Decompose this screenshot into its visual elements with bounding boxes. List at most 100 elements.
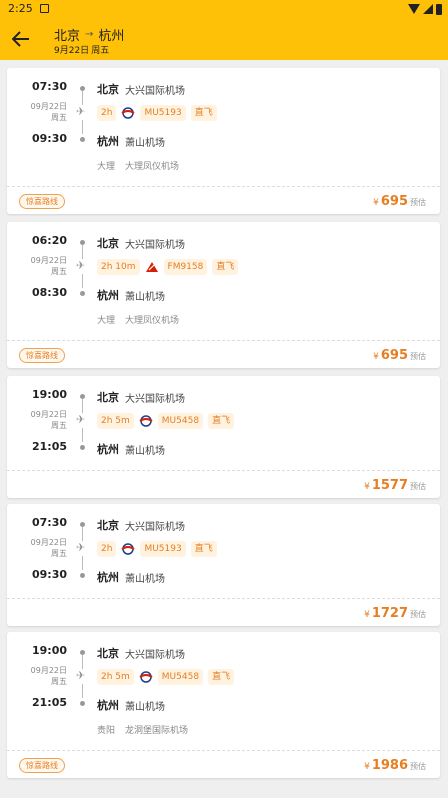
- flight-info: 2h 10m FM9158 直飞: [97, 259, 239, 275]
- departure-time: 19:00: [31, 644, 67, 657]
- price-amount: 1577: [371, 478, 408, 493]
- timeline-line: [82, 120, 83, 134]
- date-text: 09月22日: [30, 256, 67, 265]
- price-note: 预估: [410, 352, 426, 361]
- china-eastern-logo: [139, 415, 153, 427]
- route-arrow: →: [85, 29, 94, 40]
- flight-number-chip: MU5458: [157, 669, 204, 685]
- arrival-airport: 萧山机场: [125, 292, 165, 303]
- dashed-divider: [7, 470, 440, 471]
- price-note: 预估: [410, 610, 426, 619]
- plane-icon: ✈: [76, 413, 86, 426]
- timeline-line: [82, 684, 83, 698]
- price: ¥695 预估: [373, 194, 426, 209]
- price-note: 预估: [410, 482, 426, 491]
- flight-card[interactable]: 07:30 09月22日 周五 09:30 ✈ 北京 大兴国际机场 2h MU5193 直飞 杭州萧…: [7, 68, 440, 214]
- dashed-divider: [7, 598, 440, 599]
- wifi-icon: [408, 4, 420, 14]
- duration-chip: 2h 10m: [97, 259, 140, 275]
- arrival-city: 杭州: [97, 571, 119, 584]
- direct-chip: 直飞: [208, 669, 235, 685]
- dashed-divider: [7, 186, 440, 187]
- weekday-text: 周五: [51, 267, 67, 276]
- arrival-city: 杭州: [97, 289, 119, 302]
- departure-airport: 大兴国际机场: [125, 86, 185, 97]
- departure-city: 北京: [97, 647, 119, 660]
- signal-icon: [423, 4, 433, 14]
- weekday-text: 周五: [51, 677, 67, 686]
- flight-date: 09月22日 周五: [7, 665, 67, 687]
- flight-card[interactable]: 19:00 09月22日 周五 21:05 ✈ 北京 大兴国际机场 2h 5m MU5458 直飞…: [7, 376, 440, 498]
- status-bar: 2:25: [0, 0, 448, 18]
- departure-city: 北京: [97, 391, 119, 404]
- departure-airport: 大兴国际机场: [125, 240, 185, 251]
- header-date: 9月22日: [54, 46, 90, 56]
- route-title: 北京 → 杭州: [54, 25, 124, 44]
- arrival-city: 杭州: [97, 443, 119, 456]
- date-text: 09月22日: [30, 102, 67, 111]
- weekday-text: 周五: [51, 113, 67, 122]
- price-amount: 1986: [371, 758, 408, 773]
- departure-city: 北京: [97, 83, 119, 96]
- plane-icon: ✈: [76, 259, 86, 272]
- back-arrow-icon[interactable]: [12, 31, 30, 47]
- flight-info: 2h MU5193 直飞: [97, 105, 217, 121]
- surprise-route-tag: 惊喜路线: [19, 758, 65, 773]
- notification-icon: [40, 4, 49, 13]
- dashed-divider: [7, 340, 440, 341]
- china-eastern-logo: [121, 543, 135, 555]
- date-text: 09月22日: [30, 538, 67, 547]
- price-amount: 695: [380, 348, 408, 363]
- arrival-city: 杭州: [97, 135, 119, 148]
- timeline-line: [82, 399, 83, 413]
- duration-chip: 2h: [97, 105, 117, 121]
- direct-chip: 直飞: [212, 259, 239, 275]
- currency-symbol: ¥: [373, 198, 379, 208]
- currency-symbol: ¥: [373, 352, 379, 362]
- china-eastern-logo: [139, 671, 153, 683]
- flight-number-chip: FM9158: [163, 259, 208, 275]
- departure-city: 北京: [97, 237, 119, 250]
- flight-card[interactable]: 19:00 09月22日 周五 21:05 ✈ 北京 大兴国际机场 2h 5m MU5458 直飞…: [7, 632, 440, 778]
- departure-time: 07:30: [31, 516, 67, 529]
- arrival-dot: [80, 573, 85, 578]
- flight-date: 09月22日周五: [7, 255, 67, 277]
- arrival-airport: 萧山机场: [125, 446, 165, 457]
- china-eastern-logo: [121, 107, 135, 119]
- flight-number-chip: MU5458: [157, 413, 204, 429]
- dashed-divider: [7, 750, 440, 751]
- arrival-dot: [80, 291, 85, 296]
- transit-airport: 龙洞堡国际机场: [125, 726, 189, 736]
- timeline-line: [82, 245, 83, 259]
- timeline-line: [82, 91, 83, 105]
- direct-chip: 直飞: [208, 413, 235, 429]
- flight-card[interactable]: 07:30 09月22日 周五 09:30 ✈ 北京 大兴国际机场 2h MU5193 直飞 杭州萧…: [7, 504, 440, 626]
- timeline-line: [82, 655, 83, 669]
- flight-number-chip: MU5193: [140, 105, 186, 121]
- arrival-time: 09:30: [31, 568, 67, 581]
- arrival-time: 09:30: [31, 132, 67, 145]
- flight-info: 2h MU5193 直飞: [97, 541, 217, 557]
- plane-icon: ✈: [76, 669, 86, 682]
- arrival-time: 21:05: [31, 696, 67, 709]
- to-city-title: 杭州: [98, 29, 125, 44]
- transit-city: 大理: [97, 162, 116, 172]
- direct-chip: 直飞: [190, 541, 217, 557]
- arrival-city: 杭州: [97, 699, 119, 712]
- flight-date: 09月22日周五: [7, 101, 67, 123]
- status-icons: [408, 3, 442, 15]
- departure-airport: 大兴国际机场: [125, 394, 185, 405]
- currency-symbol: ¥: [364, 610, 370, 620]
- date-text: 09月22日: [30, 410, 67, 419]
- arrival-airport: 萧山机场: [125, 138, 165, 149]
- arrival-dot: [80, 701, 85, 706]
- flight-info: 2h 5m MU5458 直飞: [97, 669, 235, 685]
- price-note: 预估: [410, 762, 426, 771]
- arrival-time: 21:05: [31, 440, 67, 453]
- flight-card[interactable]: 06:20 09月22日 周五 08:30 ✈ 北京 大兴国际机场 2h 10m FM9158 直…: [7, 222, 440, 368]
- departure-airport: 大兴国际机场: [125, 650, 185, 661]
- duration-chip: 2h: [97, 541, 117, 557]
- price: ¥695 预估: [373, 348, 426, 363]
- departure-airport: 大兴国际机场: [125, 522, 185, 533]
- surprise-route-tag: 惊喜路线: [19, 194, 65, 209]
